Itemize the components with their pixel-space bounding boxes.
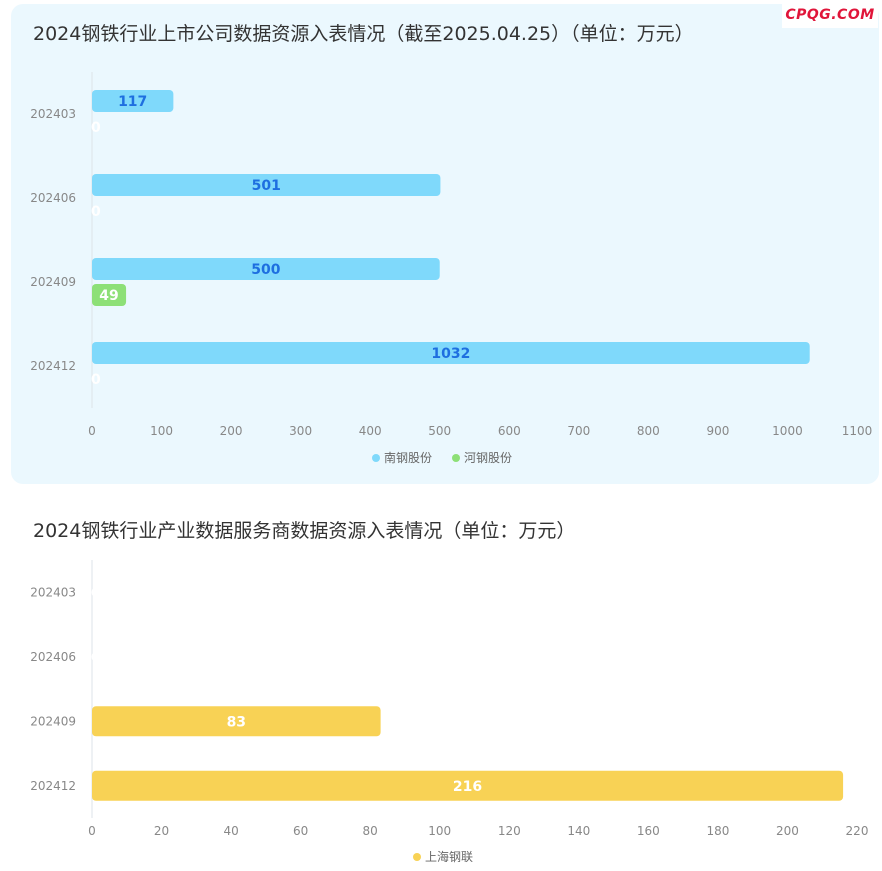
- chart2-x-tick-label: 120: [498, 824, 521, 838]
- chart1-y-tick-label: 202412: [30, 359, 76, 373]
- chart2-bar-label: 0: [91, 585, 101, 601]
- chart1-bar-label: 500: [251, 262, 280, 278]
- chart1-legend-marker[interactable]: [372, 454, 380, 462]
- chart2-plot: 202403 0 202406 0 202409 83 202412 216 0 20 40 60 80…: [30, 560, 869, 864]
- chart2-x-tick-label: 160: [637, 824, 660, 838]
- chart1-y-tick-label: 202403: [30, 107, 76, 121]
- chart1-y-tick-label: 202406: [30, 191, 76, 205]
- chart2-x-tick-label: 80: [363, 824, 378, 838]
- chart2-y-tick-label: 202412: [30, 779, 76, 793]
- chart1-title: 2024钢铁行业上市公司数据资源入表情况（截至2025.04.25）（单位：万元…: [33, 23, 694, 45]
- chart2-legend-marker[interactable]: [413, 853, 421, 861]
- chart1-legend-marker[interactable]: [452, 454, 460, 462]
- chart2-x-tick-label: 200: [776, 824, 799, 838]
- chart2-x-tick-label: 140: [567, 824, 590, 838]
- chart1-bar-label: 49: [99, 288, 118, 304]
- chart2-x-tick-label: 20: [154, 824, 169, 838]
- chart1-legend-label[interactable]: 河钢股份: [464, 451, 512, 465]
- chart1-x-tick-label: 200: [220, 424, 243, 438]
- chart2-y-tick-label: 202406: [30, 650, 76, 664]
- chart2-bar-label: 216: [453, 779, 482, 795]
- chart2-y-tick-label: 202409: [30, 714, 76, 728]
- chart2-x-tick-label: 60: [293, 824, 308, 838]
- chart1-x-tick-label: 700: [567, 424, 590, 438]
- chart1-x-tick-label: 600: [498, 424, 521, 438]
- chart2-x-tick-label: 100: [428, 824, 451, 838]
- chart2-x-tick-label: 40: [223, 824, 238, 838]
- chart2-legend-label[interactable]: 上海钢联: [425, 849, 473, 864]
- chart1-bar-label: 0: [91, 372, 101, 388]
- chart2-title: 2024钢铁行业产业数据服务商数据资源入表情况（单位：万元）: [33, 520, 576, 542]
- chart1-bar-label: 501: [252, 178, 281, 194]
- chart1-bar-label: 1032: [431, 346, 470, 362]
- chart1-x-tick-label: 1000: [772, 424, 803, 438]
- chart1-y-tick-label: 202409: [30, 275, 76, 289]
- chart2-bar-label: 83: [227, 714, 246, 730]
- chart1-x-tick-label: 0: [88, 424, 96, 438]
- chart1-plot: 202403 117 0 202406 501 0 202409 500 49 202412 103…: [30, 72, 873, 465]
- watermark-logo: CPQG.COM: [782, 2, 878, 28]
- chart2-y-tick-label: 202403: [30, 585, 76, 599]
- chart1-x-tick-label: 300: [289, 424, 312, 438]
- chart2-x-tick-label: 180: [706, 824, 729, 838]
- chart1-x-tick-label: 900: [706, 424, 729, 438]
- chart1-x-tick-label: 800: [637, 424, 660, 438]
- chart1-x-tick-label: 500: [428, 424, 451, 438]
- chart1-x-tick-label: 100: [150, 424, 173, 438]
- chart1-x-tick-label: 1100: [842, 424, 873, 438]
- chart2-x-tick-label: 220: [846, 824, 869, 838]
- chart1-bar-label: 0: [91, 204, 101, 220]
- chart1-bar-label: 117: [118, 94, 147, 110]
- chart1-x-tick-label: 400: [359, 424, 382, 438]
- chart1-bar-label: 0: [91, 120, 101, 136]
- chart2-bar-label: 0: [91, 650, 101, 666]
- chart2-x-tick-label: 0: [88, 824, 96, 838]
- chart1-legend-label[interactable]: 南钢股份: [384, 450, 432, 465]
